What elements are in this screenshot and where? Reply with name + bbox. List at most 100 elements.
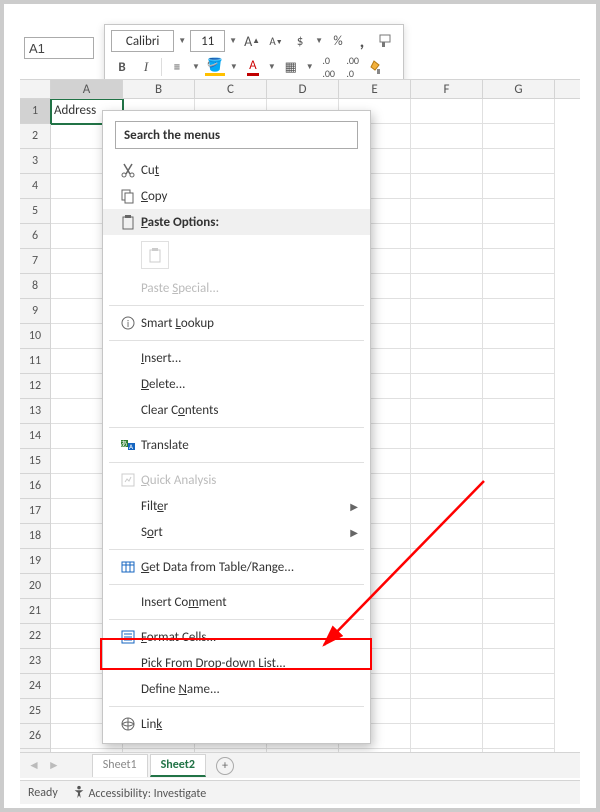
paste-default-button[interactable] <box>141 241 169 269</box>
menu-item-insert[interactable]: Insert... <box>103 345 370 371</box>
cell[interactable] <box>483 574 555 599</box>
chevron-down-icon[interactable]: ▼ <box>313 36 325 46</box>
cell[interactable] <box>411 699 483 724</box>
menu-item-define-name[interactable]: Define Name... <box>103 676 370 702</box>
cell[interactable] <box>411 624 483 649</box>
cell[interactable] <box>411 199 483 224</box>
font-color-button[interactable]: A <box>242 56 264 78</box>
borders-button[interactable]: ▦ <box>280 56 302 78</box>
cell[interactable] <box>483 349 555 374</box>
cell[interactable] <box>483 624 555 649</box>
row-header[interactable]: 17 <box>20 499 51 524</box>
cell[interactable] <box>483 649 555 674</box>
cell[interactable] <box>483 524 555 549</box>
bold-button[interactable]: B <box>111 56 133 78</box>
row-header[interactable]: 21 <box>20 599 51 624</box>
row-header[interactable]: 18 <box>20 524 51 549</box>
cell[interactable] <box>483 674 555 699</box>
increase-font-icon[interactable]: A▲ <box>241 30 263 52</box>
column-header-F[interactable]: F <box>411 80 483 98</box>
row-header[interactable]: 5 <box>20 199 51 224</box>
row-header[interactable]: 13 <box>20 399 51 424</box>
sheet-tab-sheet1[interactable]: Sheet1 <box>92 754 148 777</box>
menu-item-pick-from-drop-down-list[interactable]: Pick From Drop-down List... <box>103 650 370 676</box>
cell[interactable] <box>411 674 483 699</box>
cell[interactable] <box>411 99 483 124</box>
menu-item-copy[interactable]: Copy <box>103 183 370 209</box>
cell[interactable] <box>411 424 483 449</box>
chevron-down-icon[interactable]: ▼ <box>176 36 188 46</box>
row-header[interactable]: 15 <box>20 449 51 474</box>
format-painter-icon[interactable] <box>375 30 397 52</box>
menu-item-insert-comment[interactable]: Insert Comment <box>103 589 370 615</box>
percent-button[interactable]: % <box>327 30 349 52</box>
cell[interactable] <box>483 699 555 724</box>
cell[interactable] <box>411 374 483 399</box>
cell[interactable] <box>483 399 555 424</box>
row-header[interactable]: 1 <box>20 99 51 124</box>
row-header[interactable]: 11 <box>20 349 51 374</box>
select-all-corner[interactable] <box>20 80 51 98</box>
row-header[interactable]: 8 <box>20 274 51 299</box>
cell[interactable] <box>411 449 483 474</box>
cell[interactable] <box>411 349 483 374</box>
row-header[interactable]: 3 <box>20 149 51 174</box>
cell[interactable] <box>411 224 483 249</box>
cell[interactable] <box>411 574 483 599</box>
cell[interactable] <box>483 724 555 749</box>
increase-decimal-icon[interactable]: .0.00 <box>318 56 340 78</box>
cell[interactable] <box>483 224 555 249</box>
cell[interactable] <box>411 599 483 624</box>
cell[interactable] <box>483 124 555 149</box>
row-header[interactable]: 6 <box>20 224 51 249</box>
accessibility-status[interactable]: Accessibility: Investigate <box>72 785 206 801</box>
italic-button[interactable]: I <box>135 56 157 78</box>
row-header[interactable]: 23 <box>20 649 51 674</box>
font-name-select[interactable]: Calibri <box>111 30 174 52</box>
cell[interactable] <box>411 149 483 174</box>
cell[interactable] <box>483 99 555 124</box>
menu-item-format-cells[interactable]: Format Cells... <box>103 624 370 650</box>
row-header[interactable]: 4 <box>20 174 51 199</box>
menu-item-cut[interactable]: Cut <box>103 157 370 183</box>
currency-button[interactable]: $ <box>289 30 311 52</box>
cell[interactable] <box>411 174 483 199</box>
sheet-nav-prev[interactable]: ◄ <box>28 758 44 773</box>
cell[interactable] <box>483 324 555 349</box>
row-header[interactable]: 12 <box>20 374 51 399</box>
column-header-E[interactable]: E <box>339 80 411 98</box>
row-header[interactable]: 9 <box>20 299 51 324</box>
column-header-A[interactable]: A <box>51 80 123 98</box>
cell[interactable] <box>483 449 555 474</box>
cell[interactable] <box>411 474 483 499</box>
menu-item-smart-lookup[interactable]: iSmart Lookup <box>103 310 370 336</box>
name-box[interactable] <box>24 37 94 59</box>
row-header[interactable]: 20 <box>20 574 51 599</box>
row-header[interactable]: 16 <box>20 474 51 499</box>
chevron-down-icon[interactable]: ▼ <box>190 62 202 72</box>
cell[interactable] <box>483 599 555 624</box>
row-header[interactable]: 7 <box>20 249 51 274</box>
cell[interactable] <box>483 199 555 224</box>
cell[interactable] <box>411 124 483 149</box>
cell[interactable] <box>483 274 555 299</box>
cell[interactable] <box>411 399 483 424</box>
cell[interactable] <box>411 649 483 674</box>
add-sheet-button[interactable]: + <box>216 757 234 775</box>
format-painter-button[interactable] <box>366 56 388 78</box>
fill-color-button[interactable]: 🪣 <box>204 56 226 78</box>
chevron-down-icon[interactable]: ▼ <box>266 62 278 72</box>
row-header[interactable]: 14 <box>20 424 51 449</box>
row-header[interactable]: 26 <box>20 724 51 749</box>
cell[interactable] <box>483 174 555 199</box>
menu-item-filter[interactable]: Filter▶ <box>103 493 370 519</box>
menu-item-link[interactable]: Link <box>103 711 370 737</box>
menu-item-paste-options[interactable]: Paste Options: <box>103 209 370 235</box>
menu-item-get-data-from-table-range[interactable]: Get Data from Table/Range... <box>103 554 370 580</box>
row-header[interactable]: 19 <box>20 549 51 574</box>
chevron-down-icon[interactable]: ▼ <box>228 62 240 72</box>
cell[interactable] <box>411 274 483 299</box>
menu-search-input[interactable]: Search the menus <box>115 121 358 149</box>
row-header[interactable]: 25 <box>20 699 51 724</box>
menu-item-sort[interactable]: Sort▶ <box>103 519 370 545</box>
